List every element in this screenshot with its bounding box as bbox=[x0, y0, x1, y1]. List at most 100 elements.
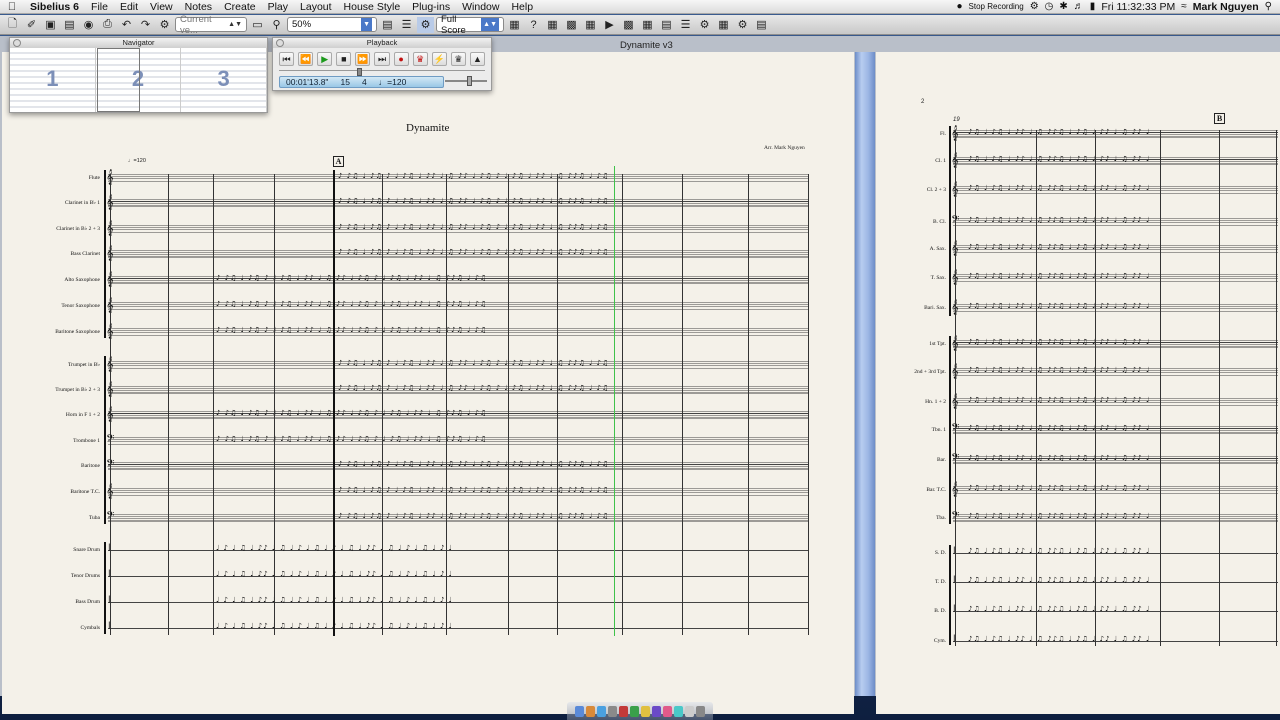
menu-edit[interactable]: Edit bbox=[114, 0, 144, 14]
notes[interactable]: ♪ ♪♫ ♩ ♪♫ ♪ ♩ ♪♫ ♩ ♪♪ ♩ ♫ ♪♪ ♩ ♪♫ ♪ ♩ ♪♫… bbox=[216, 274, 808, 282]
app-icon[interactable] bbox=[630, 705, 639, 717]
instrument-name[interactable]: Snare Drum bbox=[0, 547, 100, 553]
navigator-toggle-icon[interactable]: ▩ bbox=[563, 17, 580, 33]
notes[interactable]: ♪♫ ♩ ♪♫ ♩ ♪♪ ♩ ♫ ♪♪♫ ♩ ♪♫ ♩ ♪♪ ♩ ♫ ♪♪ ♩ bbox=[968, 366, 1278, 374]
zoom-icon[interactable]: ⚲ bbox=[268, 17, 285, 33]
zoom-select[interactable]: 50% ▼ bbox=[287, 17, 377, 32]
video-icon[interactable]: ▩ bbox=[620, 17, 637, 33]
stop-icon[interactable]: ■ bbox=[336, 52, 352, 66]
instrument-name[interactable]: Tuba bbox=[0, 515, 100, 521]
mixer-alt-icon[interactable]: ▦ bbox=[715, 17, 732, 33]
instrument-name[interactable]: Cl. 1 bbox=[900, 158, 946, 164]
help-icon[interactable]: ? bbox=[525, 17, 542, 33]
apple-icon[interactable]:  bbox=[0, 1, 24, 13]
skip-to-end-icon[interactable]: ⏭ bbox=[374, 52, 390, 66]
app-icon[interactable] bbox=[663, 705, 672, 717]
compare-icon[interactable]: ▭ bbox=[249, 17, 266, 33]
menu-plug-ins[interactable]: Plug-ins bbox=[406, 0, 456, 14]
instrument-name[interactable]: Baritone Saxophone bbox=[0, 329, 100, 335]
instrument-name[interactable]: Bari. Sax. bbox=[900, 305, 946, 311]
close-icon[interactable] bbox=[13, 39, 21, 47]
notes[interactable]: ♪♫ ♩ ♪♫ ♩ ♪♪ ♩ ♫ ♪♪♫ ♩ ♪♫ ♩ ♪♪ ♩ ♫ ♪♪ ♩ bbox=[968, 454, 1278, 462]
instrument-name[interactable]: Fl. bbox=[900, 131, 946, 137]
instrument-name[interactable]: Bar. T.C. bbox=[900, 487, 946, 493]
parts-icon[interactable]: ▦ bbox=[506, 17, 523, 33]
instrument-name[interactable]: T. D. bbox=[900, 579, 946, 585]
battery-icon[interactable]: ▮ bbox=[1090, 1, 1096, 12]
open-icon[interactable]: ✐ bbox=[23, 17, 40, 33]
ideas-icon[interactable]: ▦ bbox=[639, 17, 656, 33]
notes[interactable]: ♪ ♪♫ ♩ ♪♫ ♪ ♩ ♪♫ ♩ ♪♪ ♩ ♫ ♪♪ ♩ ♪♫ ♪ ♩ ♪♫… bbox=[338, 384, 808, 392]
live-playback-icon[interactable]: ⚡ bbox=[431, 52, 447, 66]
instrument-name[interactable]: Tenor Drums bbox=[0, 573, 100, 579]
keypad-icon[interactable]: ▦ bbox=[582, 17, 599, 33]
click-icon[interactable]: ♛ bbox=[450, 52, 466, 66]
score-select[interactable]: Full Score ▲▼ bbox=[436, 14, 504, 36]
time-machine-icon[interactable]: ◷ bbox=[1045, 1, 1054, 12]
clock[interactable]: Fri 11:32:33 PM bbox=[1101, 1, 1175, 13]
instrument-name[interactable]: T. Sax. bbox=[900, 275, 946, 281]
plugin-alt-icon[interactable]: ⚙ bbox=[734, 17, 751, 33]
menu-create[interactable]: Create bbox=[218, 0, 262, 14]
navigator-page[interactable]: 3 bbox=[181, 48, 268, 112]
tempo-marking[interactable]: ♩=120 bbox=[128, 158, 146, 164]
playback-title-bar[interactable]: Playback bbox=[273, 38, 491, 48]
save-icon[interactable]: ▣ bbox=[42, 17, 59, 33]
notes[interactable]: ♪ ♪♫ ♩ ♪♫ ♪ ♩ ♪♫ ♩ ♪♪ ♩ ♫ ♪♪ ♩ ♪♫ ♪ ♩ ♪♫… bbox=[216, 300, 808, 308]
notes[interactable]: ♪♫ ♩ ♪♫ ♩ ♪♪ ♩ ♫ ♪♪♫ ♩ ♪♫ ♩ ♪♪ ♩ ♫ ♪♪ ♩ bbox=[968, 576, 1278, 584]
notes[interactable]: ♪ ♪♫ ♩ ♪♫ ♪ ♩ ♪♫ ♩ ♪♪ ♩ ♫ ♪♪ ♩ ♪♫ ♪ ♩ ♪♫… bbox=[338, 248, 808, 256]
notes[interactable]: ♪♫ ♩ ♪♫ ♩ ♪♪ ♩ ♫ ♪♪♫ ♩ ♪♫ ♩ ♪♪ ♩ ♫ ♪♪ ♩ bbox=[968, 484, 1278, 492]
notes[interactable]: ♪♫ ♩ ♪♫ ♩ ♪♪ ♩ ♫ ♪♪♫ ♩ ♪♫ ♩ ♪♪ ♩ ♫ ♪♪ ♩ bbox=[968, 396, 1278, 404]
trash-icon[interactable] bbox=[696, 705, 705, 717]
notes[interactable]: ♩ ♪ ♩ ♫ ♩ ♪♪ ♩ ♫ ♩ ♪ ♩ ♫ ♩ ♪ ♩ ♫ ♩ ♪♪ ♩ … bbox=[216, 544, 808, 552]
print-icon[interactable]: ⎙ bbox=[99, 17, 116, 33]
notes[interactable]: ♪♫ ♩ ♪♫ ♩ ♪♪ ♩ ♫ ♪♪♫ ♩ ♪♫ ♩ ♪♪ ♩ ♫ ♪♪ ♩ bbox=[968, 338, 1278, 346]
live-tempo-icon[interactable]: ♛ bbox=[412, 52, 428, 66]
notes[interactable]: ♪ ♪♫ ♩ ♪♫ ♪ ♩ ♪♫ ♩ ♪♪ ♩ ♫ ♪♪ ♩ ♪♫ ♪ ♩ ♪♫… bbox=[338, 486, 808, 494]
navigator-thumbnails[interactable]: 1 2 3 bbox=[10, 48, 268, 112]
notes[interactable]: ♩ ♪ ♩ ♫ ♩ ♪♪ ♩ ♫ ♩ ♪ ♩ ♫ ♩ ♪ ♩ ♫ ♩ ♪♪ ♩ … bbox=[216, 570, 808, 578]
instrument-name[interactable]: S. D. bbox=[900, 550, 946, 556]
instrument-name[interactable]: Tenor Saxophone bbox=[0, 303, 100, 309]
notes[interactable]: ♪♫ ♩ ♪♫ ♩ ♪♪ ♩ ♫ ♪♪♫ ♩ ♪♫ ♩ ♪♪ ♩ ♫ ♪♪ ♩ bbox=[968, 302, 1278, 310]
app-icon[interactable] bbox=[674, 705, 683, 717]
plugin-icon[interactable]: ⚙ bbox=[696, 17, 713, 33]
notes[interactable]: ♪ ♪♫ ♩ ♪♫ ♪ ♩ ♪♫ ♩ ♪♪ ♩ ♫ ♪♪ ♩ ♪♫ ♪ ♩ ♪♫… bbox=[338, 197, 808, 205]
instrument-name[interactable]: Hn. 1 + 2 bbox=[900, 399, 946, 405]
instrument-name[interactable]: Cymbals bbox=[0, 625, 100, 631]
play-icon[interactable]: ▶ bbox=[317, 52, 333, 66]
navigator-viewport[interactable] bbox=[97, 48, 140, 112]
mixer-icon[interactable]: ▦ bbox=[544, 17, 561, 33]
navigator-page[interactable]: 1 bbox=[10, 48, 96, 112]
notes[interactable]: ♩ ♪ ♩ ♫ ♩ ♪♪ ♩ ♫ ♩ ♪ ♩ ♫ ♩ ♪ ♩ ♫ ♩ ♪♪ ♩ … bbox=[216, 596, 808, 604]
instrument-name[interactable]: Tba. bbox=[900, 515, 946, 521]
properties-icon[interactable]: ▤ bbox=[658, 17, 675, 33]
timeline-slider[interactable] bbox=[279, 68, 485, 76]
rehearsal-mark-a[interactable]: A bbox=[333, 156, 344, 167]
volume-icon[interactable]: ♬ bbox=[1074, 1, 1084, 12]
arranger-credit[interactable]: Arr. Mark Nguyen bbox=[764, 145, 805, 151]
fullscreen-icon[interactable]: ▤ bbox=[753, 17, 770, 33]
notes[interactable]: ♪ ♪♫ ♩ ♪♫ ♪ ♩ ♪♫ ♩ ♪♪ ♩ ♫ ♪♪ ♩ ♪♫ ♪ ♩ ♪♫… bbox=[338, 223, 808, 231]
instrument-name[interactable]: B. Cl. bbox=[900, 219, 946, 225]
rewind-to-start-icon[interactable]: ⏮ bbox=[279, 52, 295, 66]
notes[interactable]: ♪ ♪♫ ♩ ♪♫ ♪ ♩ ♪♫ ♩ ♪♪ ♩ ♫ ♪♪ ♩ ♪♫ ♪ ♩ ♪♫… bbox=[338, 460, 808, 468]
notes[interactable]: ♪♫ ♩ ♪♫ ♩ ♪♪ ♩ ♫ ♪♪♫ ♩ ♪♫ ♩ ♪♪ ♩ ♫ ♪♪ ♩ bbox=[968, 155, 1278, 163]
timeline-slider-handle[interactable] bbox=[357, 68, 362, 76]
tempo-slider[interactable] bbox=[445, 76, 487, 86]
notes[interactable]: ♪♫ ♩ ♪♫ ♩ ♪♪ ♩ ♫ ♪♪♫ ♩ ♪♫ ♩ ♪♪ ♩ ♫ ♪♪ ♩ bbox=[968, 243, 1278, 251]
bluetooth-icon[interactable]: ✱ bbox=[1059, 1, 1067, 12]
menu-notes[interactable]: Notes bbox=[179, 0, 218, 14]
finder-icon[interactable] bbox=[575, 705, 584, 717]
notes[interactable]: ♪♫ ♩ ♪♫ ♩ ♪♪ ♩ ♫ ♪♪♫ ♩ ♪♫ ♩ ♪♪ ♩ ♫ ♪♪ ♩ bbox=[968, 128, 1278, 136]
stop-recording-item[interactable]: Stop Recording bbox=[969, 2, 1024, 11]
rehearsal-mark-b[interactable]: B bbox=[1214, 113, 1225, 124]
instrument-name[interactable]: Cl. 2 + 3 bbox=[900, 187, 946, 193]
app-icon[interactable] bbox=[641, 705, 650, 717]
menu-house-style[interactable]: House Style bbox=[338, 0, 407, 14]
notes[interactable]: ♪ ♪♫ ♩ ♪♫ ♪ ♩ ♪♫ ♩ ♪♪ ♩ ♫ ♪♪ ♩ ♪♫ ♪ ♩ ♪♫… bbox=[216, 326, 808, 334]
menu-layout[interactable]: Layout bbox=[294, 0, 338, 14]
notes[interactable]: ♪♫ ♩ ♪♫ ♩ ♪♪ ♩ ♫ ♪♪♫ ♩ ♪♫ ♩ ♪♪ ♩ ♫ ♪♪ ♩ bbox=[968, 512, 1278, 520]
instrument-name[interactable]: Bass Drum bbox=[0, 599, 100, 605]
version-select[interactable]: Current ve... ▲▼ bbox=[175, 14, 247, 36]
